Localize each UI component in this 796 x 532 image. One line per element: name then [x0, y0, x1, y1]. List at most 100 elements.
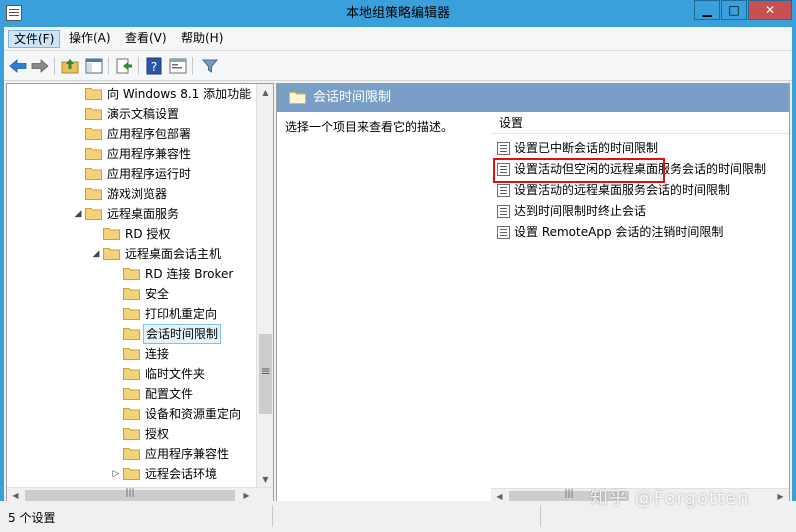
export-list-icon: [116, 58, 132, 74]
help-icon: ?: [146, 57, 162, 75]
up-folder-icon: [61, 59, 79, 74]
folder-icon: [123, 388, 140, 400]
tree-item-label: 远程桌面服务: [107, 207, 180, 221]
status-separator: [540, 505, 541, 527]
tree-item-label: 演示文稿设置: [107, 107, 180, 121]
toolbar: ?: [4, 51, 792, 81]
policy-setting-icon: [497, 184, 510, 197]
up-level-button[interactable]: [60, 56, 80, 76]
toolbar-separator: [108, 57, 109, 75]
collapse-arrow-icon[interactable]: ◢: [91, 244, 101, 264]
folder-icon: [123, 468, 140, 480]
folder-icon: [123, 448, 140, 460]
expand-arrow-icon[interactable]: ▷: [111, 464, 121, 484]
folder-icon: [123, 308, 140, 320]
collapse-arrow-icon[interactable]: ◢: [73, 204, 83, 224]
properties-button[interactable]: [168, 56, 188, 76]
folder-icon: [103, 228, 120, 240]
tree-item-label: 会话时间限制: [143, 324, 222, 344]
folder-icon: [85, 88, 102, 100]
window-title: 本地组策略编辑器: [345, 6, 450, 21]
menu-help[interactable]: 帮助(H): [176, 30, 228, 48]
filter-icon: [201, 59, 219, 73]
export-list-button[interactable]: [114, 56, 134, 76]
column-header-setting[interactable]: 设置: [491, 112, 789, 134]
menu-file[interactable]: 文件(F): [8, 30, 61, 48]
close-button[interactable]: ✕: [748, 0, 792, 20]
show-hide-tree-icon: [85, 58, 103, 74]
show-hide-tree-button[interactable]: [84, 56, 104, 76]
maximize-icon: □: [728, 3, 740, 17]
folder-icon: [123, 328, 140, 340]
minimize-button[interactable]: ▁: [694, 0, 720, 20]
details-pane: 会话时间限制 选择一个项目来查看它的描述。 设置 设置已中断会话的时间限制 设置…: [276, 83, 790, 505]
app-window: 本地组策略编辑器 ▁ □ ✕ 文件(F) 操作(A) 查看(V) 帮助(H) ?…: [0, 0, 796, 532]
tree-item-label: 向 Windows 8.1 添加功能: [107, 87, 252, 101]
forward-arrow-icon: [31, 59, 49, 73]
tree-item-label: 应用程序兼容性: [145, 447, 230, 461]
close-icon: ✕: [764, 3, 776, 17]
tree-pane: 向 Windows 8.1 添加功能 演示文稿设置 应用程序包部署 应用程序兼容…: [6, 83, 274, 505]
folder-icon: [85, 108, 102, 120]
back-arrow-icon: [9, 59, 27, 73]
status-separator: [272, 505, 273, 527]
forward-button[interactable]: [30, 56, 50, 76]
folder-icon: [103, 248, 120, 260]
folder-icon: [123, 348, 140, 360]
policy-tree: 向 Windows 8.1 添加功能 演示文稿设置 应用程序包部署 应用程序兼容…: [7, 84, 257, 488]
scroll-thumb[interactable]: [259, 334, 272, 414]
description-text: 选择一个项目来查看它的描述。: [285, 120, 454, 134]
scroll-up-icon[interactable]: ▲: [257, 84, 274, 101]
tree-item-label: 临时文件夹: [145, 367, 206, 381]
folder-icon: [85, 188, 102, 200]
menu-action[interactable]: 操作(A): [64, 30, 116, 48]
tree-item-label: 游戏浏览器: [107, 187, 168, 201]
client-area: 文件(F) 操作(A) 查看(V) 帮助(H) ? 向 Windows 8.1 …: [4, 27, 792, 528]
policy-item-label: 设置已中断会话的时间限制: [514, 141, 659, 155]
tree-item-label: 设备和资源重定向: [145, 407, 242, 421]
folder-icon: [123, 288, 140, 300]
annotation-highlight-box: [493, 158, 665, 183]
folder-icon: [123, 428, 140, 440]
properties-icon: [169, 58, 187, 74]
folder-icon: [85, 128, 102, 140]
policy-item-label: 设置活动的远程桌面服务会话的时间限制: [514, 183, 731, 197]
svg-text:?: ?: [151, 60, 157, 74]
menu-view[interactable]: 查看(V): [120, 30, 172, 48]
folder-icon: [123, 268, 140, 280]
minimize-icon: ▁: [702, 3, 712, 17]
filter-button[interactable]: [200, 56, 220, 76]
tree-item-label: 应用程序包部署: [107, 127, 192, 141]
back-button[interactable]: [8, 56, 28, 76]
help-button[interactable]: ?: [144, 56, 164, 76]
tree-item-label: 远程桌面会话主机: [125, 247, 222, 261]
tree-vertical-scrollbar[interactable]: ▲ ▼: [256, 84, 273, 488]
toolbar-separator: [138, 57, 139, 75]
tree-item-label: 打印机重定向: [145, 307, 218, 321]
tree-item-label: 安全: [145, 287, 170, 301]
tree-item-label: RD 授权: [125, 227, 171, 241]
policy-setting-icon: [497, 226, 510, 239]
folder-icon: [85, 208, 102, 220]
folder-open-icon: [289, 92, 306, 104]
toolbar-separator: [192, 57, 193, 75]
policy-setting-icon: [497, 205, 510, 218]
tree-item-label: 配置文件: [145, 387, 194, 401]
tree-item-label: 应用程序运行时: [107, 167, 192, 181]
toolbar-separator: [54, 57, 55, 75]
details-header: 会话时间限制: [277, 84, 789, 112]
maximize-button[interactable]: □: [721, 0, 747, 20]
details-header-title: 会话时间限制: [313, 90, 392, 105]
folder-icon: [85, 168, 102, 180]
tree-item-label: RD 连接 Broker: [145, 267, 234, 281]
menu-bar: 文件(F) 操作(A) 查看(V) 帮助(H): [4, 27, 792, 51]
policy-setting-icon: [497, 142, 510, 155]
policy-item-label: 达到时间限制时终止会话: [514, 204, 647, 218]
folder-icon: [123, 408, 140, 420]
status-text: 5 个设置: [8, 511, 56, 525]
tree-item-label: 授权: [145, 427, 170, 441]
scroll-down-icon[interactable]: ▼: [257, 471, 274, 488]
policy-item-label: 设置 RemoteApp 会话的注销时间限制: [514, 225, 724, 239]
tree-item-label: 应用程序兼容性: [107, 147, 192, 161]
title-bar[interactable]: 本地组策略编辑器 ▁ □ ✕: [0, 0, 796, 27]
